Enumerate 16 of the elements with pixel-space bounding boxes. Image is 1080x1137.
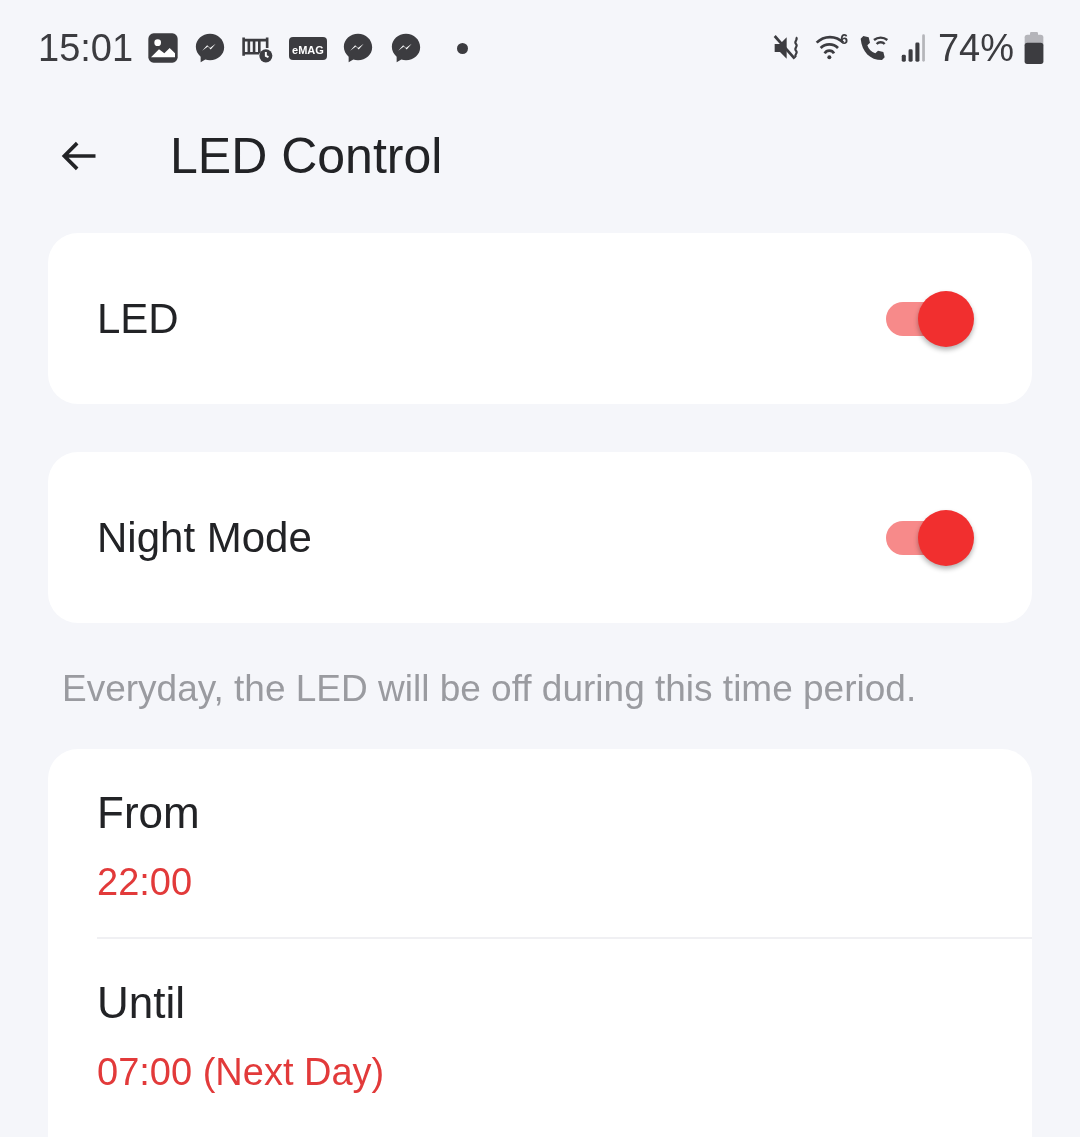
shop-bag-icon: eMAG bbox=[289, 36, 327, 60]
image-icon bbox=[147, 32, 180, 64]
clock-time: 15:01 bbox=[38, 25, 134, 71]
time-value: 22:00 bbox=[97, 859, 193, 905]
setting-label: Night Mode bbox=[97, 513, 312, 563]
time-label: From bbox=[97, 786, 200, 839]
schedule-time-row[interactable]: From 22:00 bbox=[97, 784, 1032, 911]
page-title: LED Control bbox=[170, 126, 443, 186]
time-value: 07:00 (Next Day) bbox=[97, 1049, 385, 1095]
battery-percent: 74% bbox=[937, 25, 1014, 71]
setting-label: LED bbox=[97, 294, 179, 344]
signal-icon bbox=[899, 33, 928, 63]
schedule-time-row[interactable]: Until 07:00 (Next Day) bbox=[97, 974, 1032, 1101]
battery-icon bbox=[1024, 32, 1044, 64]
time-label: Until bbox=[97, 976, 186, 1029]
hint-text: Everyday, the LED will be off during this time period. bbox=[61, 667, 918, 711]
